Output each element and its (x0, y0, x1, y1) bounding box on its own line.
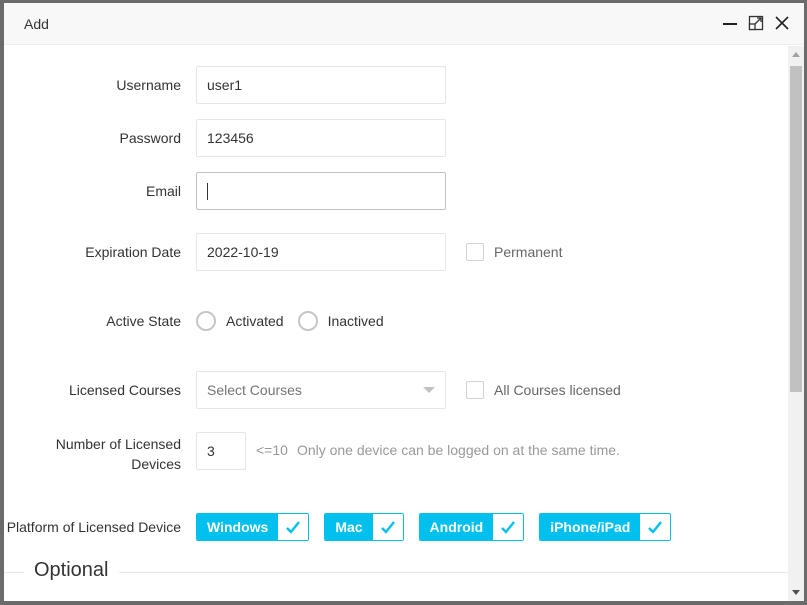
platform-iphone-ipad-label: iPhone/iPad (540, 514, 641, 540)
maximize-icon[interactable] (748, 15, 764, 31)
all-courses-label: All Courses licensed (494, 382, 621, 398)
add-dialog: Add Username user1 Password 123456 Email (4, 3, 804, 601)
devices-label: Number of Licensed Devices (4, 432, 196, 474)
courses-select[interactable]: Select Courses (196, 371, 446, 409)
expiration-label: Expiration Date (85, 244, 181, 260)
email-row: Email (4, 172, 446, 210)
devices-row: Number of Licensed Devices 3 <=10 Only o… (4, 432, 620, 474)
scroll-up-arrow-icon[interactable] (792, 52, 800, 57)
minimize-icon[interactable] (722, 15, 738, 31)
devices-count-input[interactable]: 3 (196, 432, 246, 470)
check-icon (372, 514, 403, 540)
radio-inactived-label: Inactived (327, 313, 384, 329)
password-row: Password 123456 (4, 119, 446, 157)
platform-iphone-ipad[interactable]: iPhone/iPad (539, 513, 672, 541)
radio-activated[interactable]: Activated (196, 311, 284, 331)
courses-label: Licensed Courses (68, 382, 181, 398)
radio-circle-icon[interactable] (297, 311, 318, 331)
all-courses-checkbox[interactable] (466, 381, 484, 399)
platforms-label: Platform of Licensed Device (6, 519, 181, 535)
devices-label-line2: Devices (131, 456, 181, 472)
check-icon (640, 514, 671, 540)
all-courses-checkbox-group[interactable]: All Courses licensed (466, 381, 621, 399)
platform-mac-label: Mac (325, 514, 373, 540)
password-input[interactable]: 123456 (196, 119, 446, 157)
permanent-label: Permanent (494, 244, 563, 260)
chevron-down-icon (423, 387, 435, 393)
expiration-row: Expiration Date 2022-10-19 Permanent (4, 233, 562, 271)
email-label: Email (145, 183, 181, 199)
vertical-scrollbar[interactable] (788, 46, 804, 601)
optional-fieldset: Optional (4, 559, 788, 582)
platform-windows-label: Windows (197, 514, 279, 540)
fieldset-divider (4, 572, 788, 573)
scroll-down-arrow-icon[interactable] (792, 590, 800, 595)
platforms-row: Platform of Licensed Device Windows Mac … (4, 513, 686, 541)
username-row: Username user1 (4, 66, 446, 104)
expiration-date-input[interactable]: 2022-10-19 (196, 233, 446, 271)
username-input[interactable]: user1 (196, 66, 446, 104)
platform-android-label: Android (419, 514, 494, 540)
permanent-checkbox-group[interactable]: Permanent (466, 243, 562, 261)
active-state-row: Active State Activated Inactived (4, 311, 398, 331)
dialog-title: Add (24, 15, 49, 32)
close-icon[interactable] (774, 15, 790, 31)
devices-hint: Only one device can be logged on at the … (296, 442, 620, 458)
courses-placeholder: Select Courses (207, 382, 302, 398)
email-input[interactable] (196, 172, 446, 210)
devices-limit-hint: <=10 (256, 442, 288, 458)
platform-mac[interactable]: Mac (324, 513, 404, 541)
password-label: Password (119, 130, 181, 146)
active-state-label: Active State (106, 313, 181, 329)
optional-legend: Optional (24, 559, 119, 582)
scrollbar-thumb[interactable] (790, 66, 802, 392)
platform-windows[interactable]: Windows (196, 513, 310, 541)
permanent-checkbox[interactable] (466, 243, 484, 261)
radio-circle-icon[interactable] (196, 311, 216, 331)
dialog-body: Username user1 Password 123456 Email Exp… (4, 46, 788, 601)
check-icon (278, 514, 309, 540)
username-label: Username (116, 77, 181, 93)
devices-label-line1: Number of Licensed (55, 436, 181, 452)
platform-android[interactable]: Android (418, 513, 525, 541)
radio-activated-label: Activated (226, 313, 284, 329)
radio-inactived[interactable]: Inactived (297, 311, 384, 331)
dialog-titlebar[interactable]: Add (4, 3, 804, 45)
courses-row: Licensed Courses Select Courses All Cour… (4, 371, 621, 409)
text-caret (207, 182, 208, 200)
check-icon (493, 514, 524, 540)
